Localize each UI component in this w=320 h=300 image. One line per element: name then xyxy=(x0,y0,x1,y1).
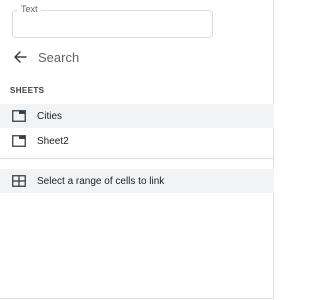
divider xyxy=(0,158,274,159)
sheet-tab-icon xyxy=(12,135,26,147)
arrow-back-icon[interactable] xyxy=(12,49,28,65)
select-range-option[interactable]: Select a range of cells to link xyxy=(0,169,274,193)
sheet-tab-icon xyxy=(12,110,26,122)
sheet-item-sheet2[interactable]: Sheet2 xyxy=(0,129,274,153)
search-label: Search xyxy=(38,49,80,65)
grid-icon xyxy=(12,175,26,187)
sheets-section-header: SHEETS xyxy=(10,86,45,95)
text-input[interactable]: Text xyxy=(12,3,213,38)
text-input-label: Text xyxy=(18,3,41,15)
link-panel: Text Search SHEETS Cities Sheet2 Select … xyxy=(0,0,274,299)
sheet-item-label: Sheet2 xyxy=(37,135,69,147)
sheet-item-cities[interactable]: Cities xyxy=(0,104,274,128)
select-range-label: Select a range of cells to link xyxy=(37,175,165,187)
sheet-item-label: Cities xyxy=(37,110,63,122)
search-back-button[interactable]: Search xyxy=(12,48,212,66)
